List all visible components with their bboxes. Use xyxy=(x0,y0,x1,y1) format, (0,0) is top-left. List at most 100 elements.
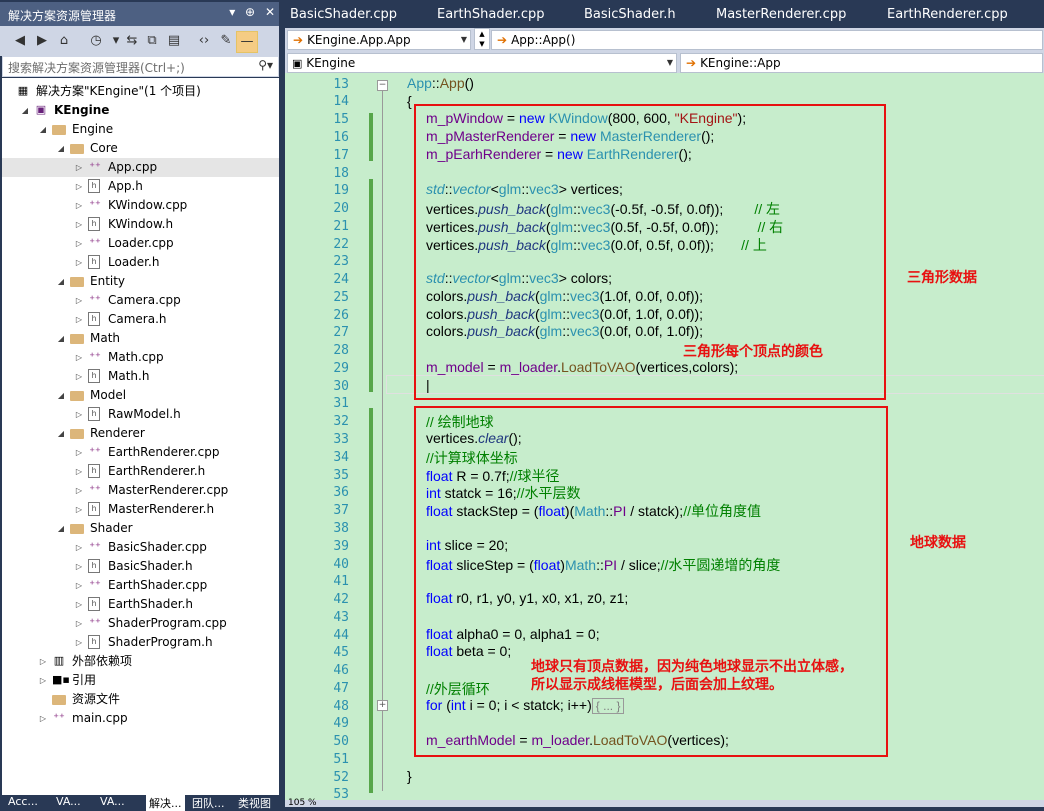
collapsed-arrow-icon[interactable]: ▷ xyxy=(74,253,84,272)
tree-item[interactable]: ▷ h Math.h xyxy=(2,367,279,386)
bottom-tab[interactable]: VA... xyxy=(100,795,125,808)
tree-item[interactable]: ▷ h Loader.h xyxy=(2,253,279,272)
preview-selected-icon[interactable]: — xyxy=(236,31,258,53)
forward-icon[interactable]: ▶ xyxy=(32,31,52,51)
tree-item[interactable]: ▷ ⁺⁺ EarthRenderer.cpp xyxy=(2,443,279,462)
tree-item[interactable]: ▷ h EarthRenderer.h xyxy=(2,462,279,481)
collapsed-arrow-icon[interactable]: ▷ xyxy=(74,291,84,310)
collapsed-arrow-icon[interactable]: ▷ xyxy=(38,671,48,690)
collapsed-arrow-icon[interactable]: ▷ xyxy=(38,709,48,728)
tree-item[interactable]: ◢ Shader xyxy=(2,519,279,538)
split-spinner[interactable]: ▲ ▼ xyxy=(474,28,490,50)
collapsed-arrow-icon[interactable]: ▷ xyxy=(74,177,84,196)
bottom-tab[interactable]: 团队... xyxy=(192,795,225,811)
collapsed-arrow-icon[interactable]: ▷ xyxy=(74,633,84,652)
tree-item[interactable]: ▷ h BasicShader.h xyxy=(2,557,279,576)
code-editor[interactable]: 13 14 15 16 17 18 19 20 21 22 23 24 25 26 27 28 29 30 31 32… xyxy=(285,73,1044,800)
bottom-tab[interactable]: 解决... xyxy=(146,795,185,811)
collapsed-arrow-icon[interactable]: ▷ xyxy=(74,576,84,595)
collapse-all-icon[interactable]: ⧉ xyxy=(142,31,162,51)
collapsed-arrow-icon[interactable]: ▷ xyxy=(74,234,84,253)
sync-icon[interactable]: ⇆ xyxy=(122,31,142,51)
window-position-icon[interactable]: ▾ xyxy=(229,5,235,19)
collapsed-arrow-icon[interactable]: ▷ xyxy=(74,310,84,329)
tree-item[interactable]: ◢ Math xyxy=(2,329,279,348)
tree-item[interactable]: ◢ Entity xyxy=(2,272,279,291)
document-tab[interactable]: MasterRenderer.cpp xyxy=(716,7,846,22)
tree-item[interactable]: ▷ h KWindow.h xyxy=(2,215,279,234)
collapsed-arrow-icon[interactable]: ▷ xyxy=(74,196,84,215)
bottom-tab[interactable]: 类视图 xyxy=(238,795,271,811)
home-icon[interactable]: ⌂ xyxy=(54,31,74,51)
collapsed-arrow-icon[interactable]: ▷ xyxy=(74,215,84,234)
auto-hide-pin-icon[interactable]: ⊕ xyxy=(245,5,255,19)
collapsed-arrow-icon[interactable]: ▷ xyxy=(74,500,84,519)
tree-item[interactable]: ▷ ⁺⁺ MasterRenderer.cpp xyxy=(2,481,279,500)
expanded-arrow-icon[interactable]: ◢ xyxy=(56,519,66,538)
member-dropdown[interactable]: ➔ App::App() xyxy=(491,30,1043,50)
tree-item[interactable]: ▷ ⁺⁺ BasicShader.cpp xyxy=(2,538,279,557)
tree-item[interactable]: ▷ ⁺⁺ EarthShader.cpp xyxy=(2,576,279,595)
document-tab[interactable]: EarthShader.cpp xyxy=(437,7,545,22)
collapsed-arrow-icon[interactable]: ▷ xyxy=(38,652,48,671)
class-dropdown[interactable]: ➔ KEngine::App xyxy=(680,53,1043,73)
tree-item[interactable]: ▷ h ShaderProgram.h xyxy=(2,633,279,652)
expanded-arrow-icon[interactable]: ◢ xyxy=(56,272,66,291)
expanded-arrow-icon[interactable]: ◢ xyxy=(20,101,30,120)
document-tab[interactable]: BasicShader.h xyxy=(584,7,676,22)
expand-region-icon[interactable]: + xyxy=(377,700,388,711)
tree-item[interactable]: ▷ ⁺⁺ App.cpp xyxy=(2,158,279,177)
project-dropdown[interactable]: ▣ KEngine ▼ xyxy=(287,53,677,73)
tree-item[interactable]: ▷ ⁺⁺ ShaderProgram.cpp xyxy=(2,614,279,633)
tree-item[interactable]: ▷ ⁺⁺ Loader.cpp xyxy=(2,234,279,253)
collapsed-arrow-icon[interactable]: ▷ xyxy=(74,614,84,633)
expanded-arrow-icon[interactable]: ◢ xyxy=(56,424,66,443)
tree-item[interactable]: ▷ ⁺⁺ Camera.cpp xyxy=(2,291,279,310)
tree-item[interactable]: ◢ ▣ KEngine xyxy=(2,101,279,120)
tree-item[interactable]: ◢ Core xyxy=(2,139,279,158)
bottom-tab[interactable]: VA... xyxy=(56,795,81,808)
tree-item[interactable]: ▷ h RawModel.h xyxy=(2,405,279,424)
document-tab[interactable]: EarthRenderer.cpp xyxy=(887,7,1008,22)
tree-item[interactable]: ▷ ⁺⁺ main.cpp xyxy=(2,709,279,728)
collapsed-arrow-icon[interactable]: ▷ xyxy=(74,557,84,576)
collapsed-arrow-icon[interactable]: ▷ xyxy=(74,158,84,177)
back-icon[interactable]: ◀ xyxy=(10,31,30,51)
tree-item[interactable]: ▷ ▥ 外部依赖项 xyxy=(2,652,279,671)
search-icon[interactable]: ⚲▾ xyxy=(258,58,273,72)
tree-item[interactable]: ▷ ⁺⁺ KWindow.cpp xyxy=(2,196,279,215)
tree-item[interactable]: ◢ Engine xyxy=(2,120,279,139)
view-code-icon[interactable]: ‹› xyxy=(194,31,214,51)
collapsed-arrow-icon[interactable]: ▷ xyxy=(74,481,84,500)
collapsed-arrow-icon[interactable]: ▷ xyxy=(74,367,84,386)
tree-item[interactable]: ▦ 解决方案"KEngine"(1 个项目) xyxy=(2,82,279,101)
tree-item[interactable]: ▷ ⁺⁺ Math.cpp xyxy=(2,348,279,367)
tree-item[interactable]: ▷ h EarthShader.h xyxy=(2,595,279,614)
collapse-region-icon[interactable]: − xyxy=(377,80,388,91)
tree-item[interactable]: ▷ h Camera.h xyxy=(2,310,279,329)
tree-item[interactable]: ▷ h MasterRenderer.h xyxy=(2,500,279,519)
document-tab[interactable]: BasicShader.cpp xyxy=(290,7,397,22)
tree-item[interactable]: ▷ h App.h xyxy=(2,177,279,196)
expanded-arrow-icon[interactable]: ◢ xyxy=(56,139,66,158)
collapsed-arrow-icon[interactable]: ▷ xyxy=(74,443,84,462)
collapsed-arrow-icon[interactable]: ▷ xyxy=(74,462,84,481)
bottom-tab[interactable]: Acc... xyxy=(8,795,38,808)
scope-dropdown[interactable]: ➔ KEngine.App.App ▼ xyxy=(287,30,471,50)
collapsed-arrow-icon[interactable]: ▷ xyxy=(74,538,84,557)
tree-item[interactable]: ◢ Renderer xyxy=(2,424,279,443)
collapsed-arrow-icon[interactable]: ▷ xyxy=(74,348,84,367)
expanded-arrow-icon[interactable]: ◢ xyxy=(56,386,66,405)
tree-item[interactable]: 资源文件 xyxy=(2,690,279,709)
tree-item[interactable]: ◢ Model xyxy=(2,386,279,405)
history-icon[interactable]: ◷ xyxy=(86,31,106,51)
collapsed-arrow-icon[interactable]: ▷ xyxy=(74,595,84,614)
properties-wrench-icon[interactable]: ✎ xyxy=(216,31,236,51)
close-icon[interactable]: ✕ xyxy=(265,5,275,19)
expanded-arrow-icon[interactable]: ◢ xyxy=(56,329,66,348)
tree-item[interactable]: ▷ ■▪ 引用 xyxy=(2,671,279,690)
collapsed-arrow-icon[interactable]: ▷ xyxy=(74,405,84,424)
show-all-files-icon[interactable]: ▤ xyxy=(164,31,184,51)
solution-search-input[interactable]: 搜索解决方案资源管理器(Ctrl+;) ⚲▾ xyxy=(2,56,279,77)
expanded-arrow-icon[interactable]: ◢ xyxy=(38,120,48,139)
